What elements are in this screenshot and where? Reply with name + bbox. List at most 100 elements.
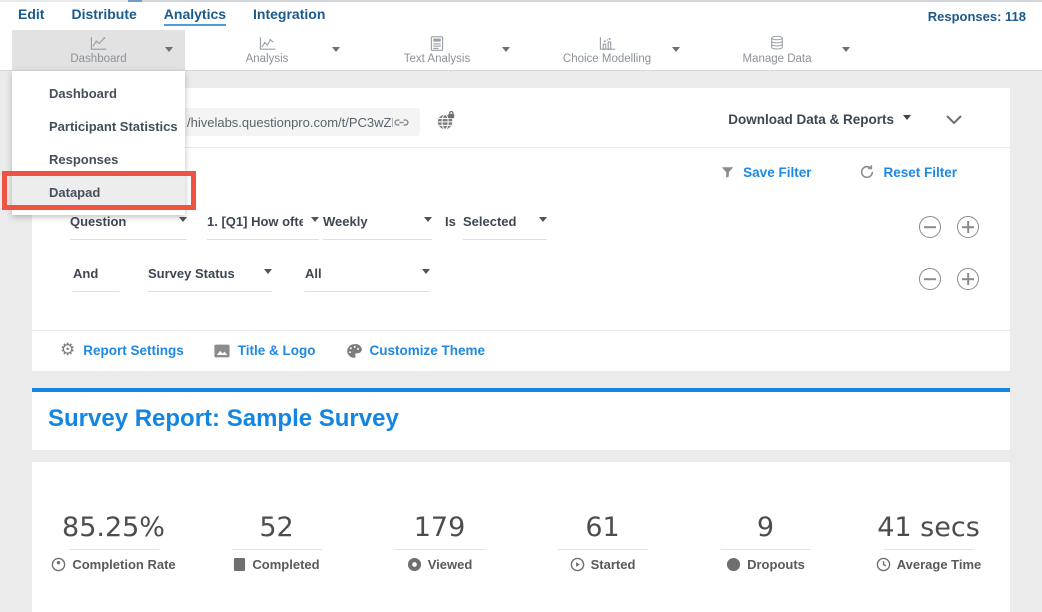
refresh-icon: [859, 164, 875, 180]
title-logo-button[interactable]: Title & Logo: [214, 343, 316, 358]
divider: [69, 549, 159, 550]
caret-down-icon: [332, 47, 340, 56]
report-settings-button[interactable]: Report Settings: [60, 342, 184, 359]
caret-down-icon: [672, 47, 680, 56]
funnel-icon: [720, 165, 735, 180]
toolbar-analysis-label: Analysis: [246, 53, 289, 65]
top-nav-items: Edit Distribute Analytics Integration: [18, 6, 325, 26]
stat-value: 179: [358, 511, 521, 545]
divider: [232, 549, 322, 550]
filter-field-select[interactable]: Question: [70, 214, 187, 240]
filter-conjunction-select[interactable]: And: [73, 266, 119, 292]
report-title-card: Survey Report: Sample Survey: [32, 388, 1010, 450]
stat-completion-rate: 85.25% Completion Rate: [32, 511, 195, 612]
stat-label: Viewed: [428, 557, 473, 572]
reset-filter-label: Reset Filter: [883, 165, 957, 180]
line-chart-icon: [90, 36, 107, 51]
viewed-icon: [407, 557, 422, 572]
toolbar-manage-data-button[interactable]: Manage Data: [692, 30, 862, 70]
filter-row-1: Question 1. [Q1] How often d... Weekly I…: [32, 214, 1010, 248]
report-settings-label: Report Settings: [83, 343, 184, 358]
toolbar-manage-data-label: Manage Data: [742, 53, 811, 65]
menu-item-participant-statistics[interactable]: Participant Statistics: [12, 110, 185, 143]
toolbar-text-analysis-label: Text Analysis: [404, 53, 470, 65]
stat-viewed: 179 Viewed: [358, 511, 521, 612]
nav-item-distribute[interactable]: Distribute: [71, 6, 136, 26]
database-icon: [769, 36, 785, 51]
dropouts-icon: [726, 557, 741, 572]
reset-filter-button[interactable]: Reset Filter: [859, 164, 957, 180]
caret-down-icon: [264, 269, 272, 278]
responses-count-badge[interactable]: Responses: 118: [928, 9, 1026, 24]
add-filter-row-button[interactable]: [957, 216, 979, 238]
top-navigation: Edit Distribute Analytics Integration Re…: [0, 2, 1042, 30]
remove-filter-row-button[interactable]: [919, 216, 941, 238]
stat-started: 61 Started: [521, 511, 684, 612]
filter-operator-label: Is: [445, 214, 456, 229]
completion-rate-icon: [51, 557, 66, 572]
toolbar-choice-modelling-button[interactable]: Choice Modelling: [522, 30, 692, 70]
average-time-icon: [876, 557, 891, 572]
save-filter-label: Save Filter: [743, 165, 811, 180]
stat-value: 85.25%: [32, 511, 195, 545]
caret-down-icon: [842, 47, 850, 56]
stat-label: Completed: [252, 557, 319, 572]
filter-question-select[interactable]: 1. [Q1] How often d...: [207, 214, 319, 240]
toolbar-text-analysis-button[interactable]: Text Analysis: [352, 30, 522, 70]
link-icon[interactable]: [393, 114, 410, 131]
filter-row-2: And Survey Status All: [32, 266, 1010, 300]
stat-label: Started: [591, 557, 636, 572]
filter-status-value: All: [305, 266, 322, 281]
caret-down-icon: [539, 217, 547, 226]
toolbar-dashboard-label: Dashboard: [70, 53, 126, 65]
survey-stats-card: 85.25% Completion Rate 52 Completed 179 …: [32, 462, 1010, 612]
stat-label: Dropouts: [747, 557, 805, 572]
caret-down-icon: [424, 217, 432, 226]
nav-item-integration[interactable]: Integration: [253, 6, 325, 26]
stat-label: Average Time: [897, 557, 982, 572]
customize-theme-label: Customize Theme: [370, 343, 486, 358]
save-filter-button[interactable]: Save Filter: [720, 165, 811, 180]
filter-answer-value: Weekly: [323, 214, 368, 229]
caret-down-icon: [311, 217, 319, 226]
menu-item-dashboard[interactable]: Dashboard: [12, 77, 185, 110]
toolbar-dashboard-button[interactable]: Dashboard: [12, 30, 185, 70]
dashboard-dropdown-menu: Dashboard Participant Statistics Respons…: [12, 71, 185, 215]
line-chart-dots-icon: [259, 36, 276, 51]
caret-down-icon: [502, 47, 510, 56]
filter-status-value-select[interactable]: All: [305, 266, 430, 292]
stat-label: Completion Rate: [72, 557, 175, 572]
filter-answer-select[interactable]: Weekly: [323, 214, 432, 240]
add-filter-row-button[interactable]: [957, 268, 979, 290]
filter-status-field-select[interactable]: Survey Status: [148, 266, 272, 292]
menu-item-datapad[interactable]: Datapad: [12, 176, 185, 209]
filter-status-field-value: Survey Status: [148, 266, 235, 281]
divider: [395, 549, 485, 550]
chevron-down-icon[interactable]: [945, 114, 963, 126]
toolbar-choice-modelling-label: Choice Modelling: [563, 53, 651, 65]
filter-field-value: Question: [70, 214, 126, 229]
nav-item-edit[interactable]: Edit: [18, 6, 44, 26]
nav-item-analytics[interactable]: Analytics: [164, 6, 226, 26]
customize-theme-button[interactable]: Customize Theme: [346, 343, 486, 359]
globe-lock-icon[interactable]: [436, 111, 456, 131]
remove-filter-row-button[interactable]: [919, 268, 941, 290]
started-icon: [570, 557, 585, 572]
stat-value: 41 secs: [847, 511, 1010, 545]
stat-value: 61: [521, 511, 684, 545]
filter-question-value: 1. [Q1] How often d...: [207, 214, 303, 229]
caret-down-icon: [903, 115, 911, 124]
completed-icon: [233, 557, 246, 572]
divider: [32, 330, 1010, 331]
page-title: Survey Report: Sample Survey: [32, 392, 1010, 433]
caret-down-icon: [165, 47, 173, 56]
download-data-reports-label: Download Data & Reports: [728, 112, 894, 127]
filter-selection-select[interactable]: Selected: [463, 214, 547, 240]
download-data-reports-button[interactable]: Download Data & Reports: [728, 112, 911, 127]
download-and-collapse: Download Data & Reports: [728, 112, 963, 127]
toolbar-analysis-button[interactable]: Analysis: [182, 30, 352, 70]
stat-average-time: 41 secs Average Time: [847, 511, 1010, 612]
survey-url-text: /hivelabs.questionpro.com/t/PC3wZR: [187, 115, 393, 130]
title-logo-label: Title & Logo: [238, 343, 316, 358]
menu-item-responses[interactable]: Responses: [12, 143, 185, 176]
